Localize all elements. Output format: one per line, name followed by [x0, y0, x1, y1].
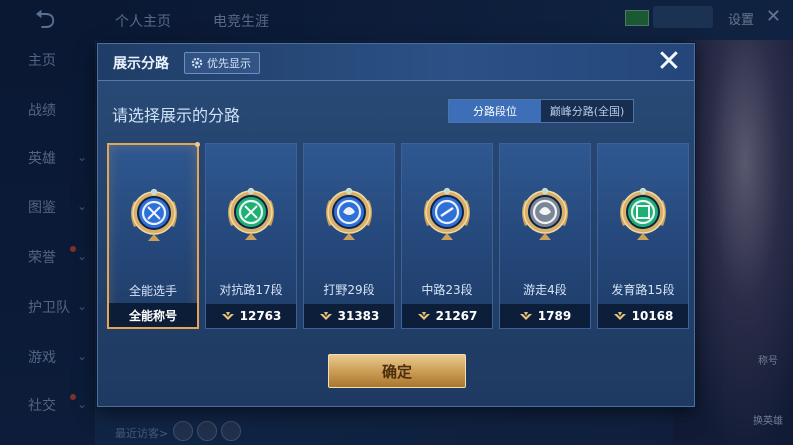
- lane-footer-label: 全能称号: [128, 308, 177, 323]
- all-round-emblem-icon: [131, 188, 177, 241]
- dialog-title: 展示分路: [113, 56, 169, 72]
- close-dialog-button[interactable]: ✕: [653, 46, 685, 78]
- tab-lane-rank[interactable]: 分路段位: [449, 100, 541, 122]
- selected-marker: [195, 142, 200, 147]
- clash-lane-emblem-icon: [228, 187, 274, 240]
- dialog-header: 展示分路 优先显示 ✕: [98, 44, 694, 81]
- lane-card-footer: 全能称号: [109, 303, 197, 327]
- lane-card-footer: 12763: [206, 304, 296, 328]
- emblem-wrapper: [223, 182, 279, 244]
- lane-score: 31383: [337, 309, 380, 323]
- emblem-wrapper: [126, 183, 182, 245]
- lane-card-footer: 21267: [402, 304, 492, 328]
- priority-display-label: 优先显示: [207, 57, 251, 70]
- gear-icon: [191, 57, 203, 69]
- wing-icon: [613, 312, 626, 320]
- emblem-wrapper: [615, 182, 671, 244]
- lane-score: 21267: [435, 309, 478, 323]
- lane-card-jungle[interactable]: 打野29段 31383: [303, 143, 395, 329]
- lane-card-footer: 10168: [598, 304, 688, 328]
- lane-card-name: 游走4段: [523, 283, 567, 297]
- lane-score: 1789: [537, 309, 572, 323]
- jungle-emblem-icon: [326, 187, 372, 240]
- lane-card-footer: 31383: [304, 304, 394, 328]
- lane-card-mid-lane[interactable]: 中路23段 21267: [401, 143, 493, 329]
- lane-card-name: 发育路15段: [611, 283, 675, 297]
- wing-icon: [319, 312, 332, 320]
- priority-display-button[interactable]: 优先显示: [184, 52, 260, 74]
- roam-emblem-icon: [522, 187, 568, 240]
- wing-icon: [519, 312, 532, 320]
- tab-peak-lane-national[interactable]: 巅峰分路(全国): [541, 100, 633, 122]
- lane-card-name: 对抗路17段: [219, 283, 283, 297]
- select-prompt: 请选择展示的分路: [112, 106, 241, 125]
- wing-icon: [417, 312, 430, 320]
- display-lane-dialog: 展示分路 优先显示 ✕ 请选择展示的分路 分路段位 巅峰分路(全国) 全能选手全…: [97, 43, 695, 407]
- lane-card-roam[interactable]: 游走4段 1789: [499, 143, 591, 329]
- lane-card-farm-lane[interactable]: 发育路15段 10168: [597, 143, 689, 329]
- confirm-button[interactable]: 确定: [328, 354, 466, 388]
- lane-card-all-round[interactable]: 全能选手 全能称号: [107, 142, 200, 329]
- wing-icon: [221, 312, 234, 320]
- lane-card-name: 打野29段: [323, 283, 375, 297]
- lane-cards: 全能选手 全能称号 对抗路17段 12763 打野29段 31383 中路23段…: [107, 142, 689, 329]
- emblem-wrapper: [419, 182, 475, 244]
- lane-view-toggle: 分路段位 巅峰分路(全国): [448, 99, 634, 123]
- lane-card-clash-lane[interactable]: 对抗路17段 12763: [205, 143, 297, 329]
- emblem-wrapper: [517, 182, 573, 244]
- farm-lane-emblem-icon: [620, 187, 666, 240]
- mid-lane-emblem-icon: [424, 187, 470, 240]
- lane-card-footer: 1789: [500, 304, 590, 328]
- lane-score: 10168: [631, 309, 674, 323]
- lane-card-name: 中路23段: [421, 283, 473, 297]
- lane-card-name: 全能选手: [128, 284, 177, 298]
- lane-score: 12763: [239, 309, 282, 323]
- emblem-wrapper: [321, 182, 377, 244]
